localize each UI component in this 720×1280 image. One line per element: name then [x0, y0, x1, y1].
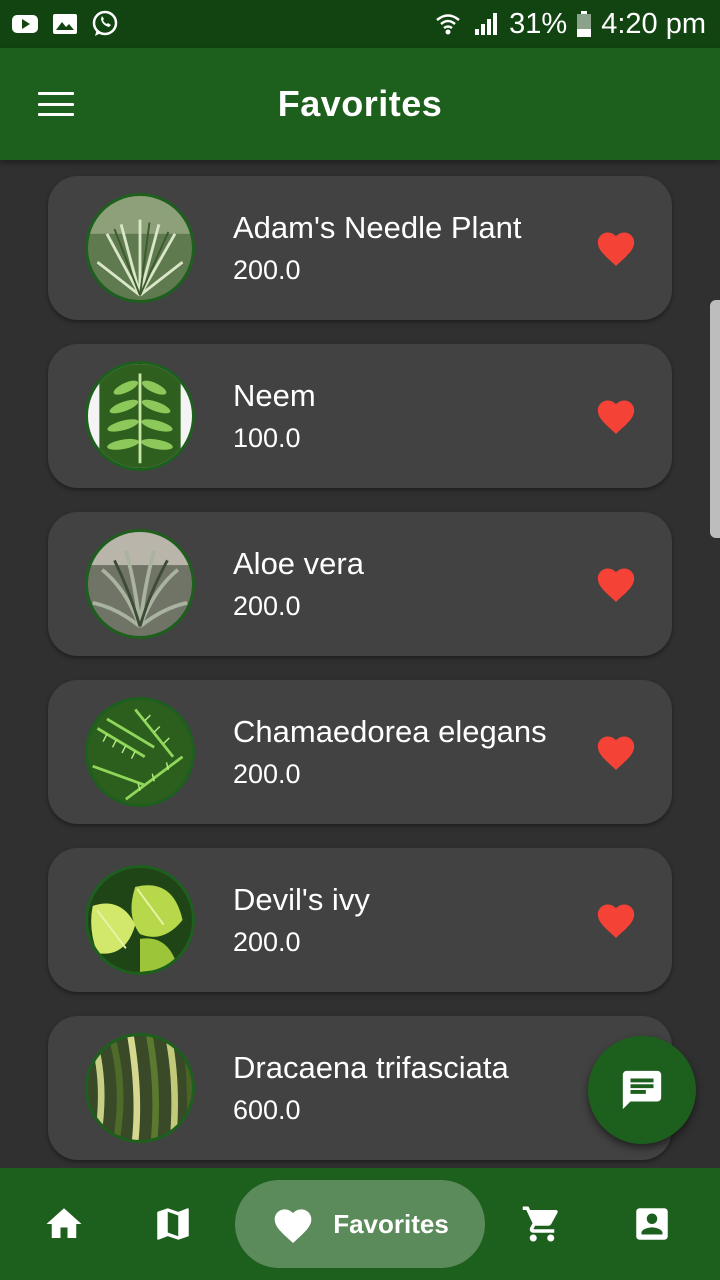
plant-name: Aloe vera: [233, 546, 364, 581]
plant-thumbnail: [85, 697, 195, 807]
favorites-list[interactable]: Adam's Needle Plant 200.0 Neem 100.0 Alo…: [0, 160, 720, 1168]
favorite-heart-icon[interactable]: [594, 395, 638, 435]
plant-name: Adam's Needle Plant: [233, 210, 522, 245]
plant-price: 200.0: [233, 759, 301, 789]
favorite-heart-icon[interactable]: [594, 227, 638, 267]
battery-percent: 31%: [509, 7, 568, 40]
nav-home[interactable]: [22, 1168, 106, 1280]
map-icon: [157, 1208, 189, 1240]
plant-price: 200.0: [233, 591, 301, 621]
signal-icon: [471, 9, 501, 39]
status-left-icons: [10, 9, 120, 39]
plant-price: 200.0: [233, 255, 301, 285]
whatsapp-icon: [90, 9, 120, 39]
plant-thumbnail: [85, 1033, 195, 1143]
clock: 4:20 pm: [601, 7, 706, 40]
favorite-heart-icon[interactable]: [594, 563, 638, 603]
nav-map[interactable]: [131, 1168, 215, 1280]
bottom-navigation: Favorites: [0, 1168, 720, 1280]
gallery-icon: [50, 9, 80, 39]
favorite-card[interactable]: Aloe vera 200.0: [48, 512, 672, 656]
favorite-card[interactable]: Adam's Needle Plant 200.0: [48, 176, 672, 320]
favorite-heart-icon[interactable]: [594, 899, 638, 939]
plant-price: 100.0: [233, 423, 301, 453]
cart-icon: [522, 1206, 558, 1242]
wifi-icon: [433, 9, 463, 39]
plant-thumbnail: [85, 865, 195, 975]
nav-account[interactable]: [610, 1168, 694, 1280]
heart-icon: [274, 1209, 312, 1243]
status-right: 31% 4:20 pm: [433, 8, 706, 41]
nav-favorites[interactable]: Favorites: [235, 1180, 485, 1268]
home-icon: [46, 1208, 82, 1238]
youtube-icon: [10, 9, 40, 39]
account-icon: [636, 1208, 668, 1240]
page-title: Favorites: [277, 83, 443, 124]
nav-favorites-label: Favorites: [333, 1208, 449, 1239]
plant-name: Neem: [233, 378, 316, 413]
chat-fab-button[interactable]: [588, 1036, 696, 1144]
plant-name: Dracaena trifasciata: [233, 1050, 509, 1085]
favorite-heart-icon[interactable]: [594, 731, 638, 771]
plant-price: 600.0: [233, 1095, 301, 1125]
favorite-card[interactable]: Devil's ivy 200.0: [48, 848, 672, 992]
status-bar: 31% 4:20 pm: [0, 0, 720, 48]
scrollbar[interactable]: [710, 300, 720, 538]
plant-thumbnail: [85, 529, 195, 639]
battery-icon: [575, 9, 593, 39]
favorite-card[interactable]: Chamaedorea elegans 200.0: [48, 680, 672, 824]
plant-name: Devil's ivy: [233, 882, 370, 917]
nav-cart[interactable]: [500, 1168, 584, 1280]
chat-icon: [622, 1070, 662, 1110]
app-bar: Favorites: [0, 48, 720, 160]
plant-thumbnail: [85, 361, 195, 471]
plant-price: 200.0: [233, 927, 301, 957]
plant-name: Chamaedorea elegans: [233, 714, 547, 749]
favorite-card[interactable]: Neem 100.0: [48, 344, 672, 488]
favorite-card[interactable]: Dracaena trifasciata 600.0: [48, 1016, 672, 1160]
hamburger-menu-icon[interactable]: [36, 88, 76, 120]
plant-thumbnail: [85, 193, 195, 303]
